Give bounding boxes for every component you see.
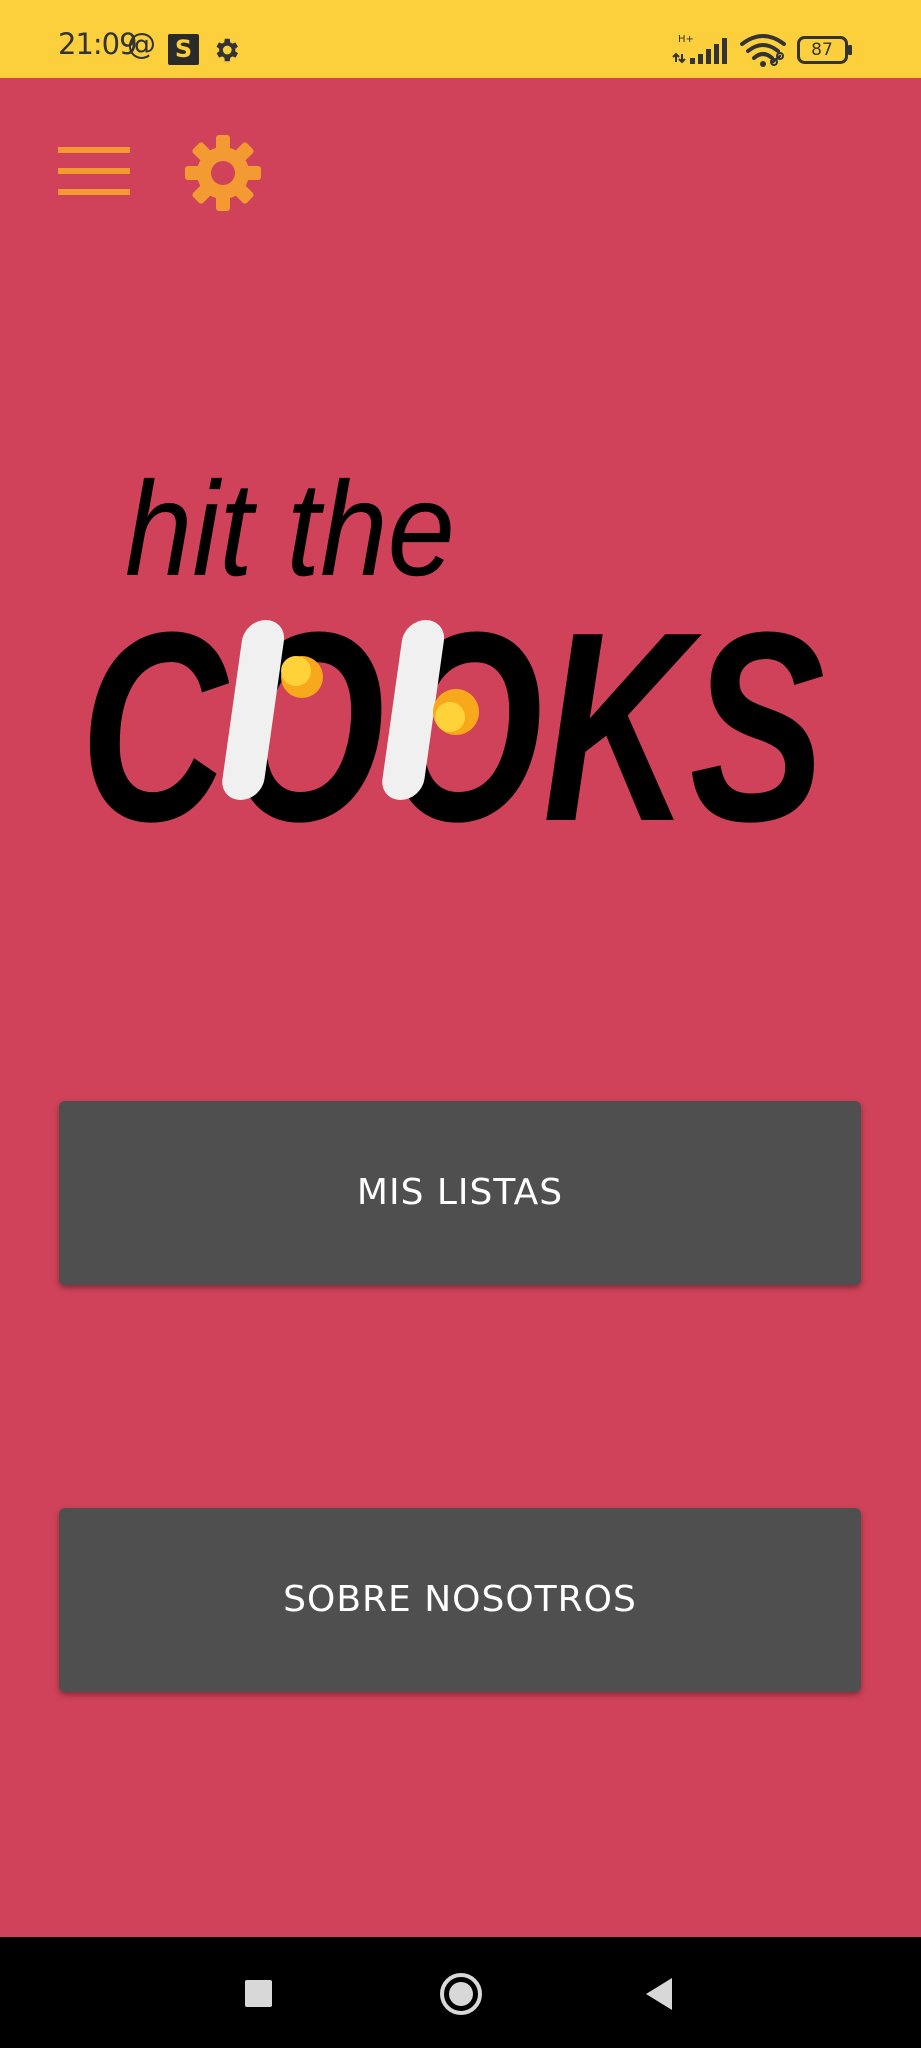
hamburger-menu-icon[interactable] — [58, 145, 130, 197]
wifi-icon — [740, 34, 786, 67]
settings-gear-icon[interactable] — [185, 135, 261, 211]
signal-strength-icon: H+ — [672, 34, 727, 64]
sobre-nosotros-button[interactable]: SOBRE NOSOTROS — [59, 1508, 861, 1692]
back-triangle-icon[interactable] — [644, 1976, 674, 2012]
battery-level: 87 — [811, 40, 833, 60]
status-bar: 21:09 @ S H+ 87 — [0, 0, 921, 78]
status-time: 21:09 — [58, 27, 138, 61]
mis-listas-button[interactable]: MIS LISTAS — [59, 1101, 861, 1285]
at-notification-icon: @ — [127, 27, 156, 61]
home-circle-icon[interactable] — [439, 1972, 483, 2016]
s-app-notification-icon: S — [168, 34, 199, 65]
recents-square-icon[interactable] — [245, 1980, 272, 2007]
hit-the-cooks-logo: hit the COOKS — [80, 455, 826, 840]
network-type-label: H+ — [678, 34, 694, 45]
settings-gear-icon — [216, 38, 238, 62]
